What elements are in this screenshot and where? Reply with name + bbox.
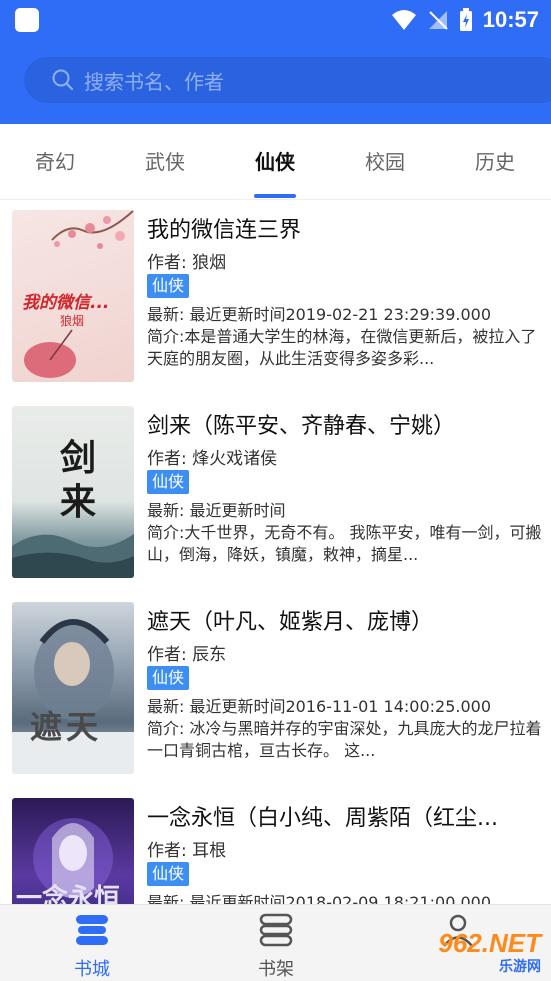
- tab-xiaoyuan[interactable]: 校园: [345, 146, 425, 175]
- cover-title: 我的微信...: [22, 293, 110, 313]
- wifi-icon: [391, 10, 416, 30]
- genre-badge: 仙侠: [147, 666, 190, 690]
- cover-title: 遮天: [30, 708, 103, 746]
- no-signal-icon: [428, 11, 448, 30]
- cover-title: 剑来: [60, 437, 97, 523]
- status-bar: 10:57: [0, 0, 551, 40]
- list-item[interactable]: 剑来 剑来（陈平安、齐静春、宁姚） 作者: 烽火戏诸侯 仙侠 最新: 最近更新时…: [0, 396, 551, 592]
- search-icon: [52, 69, 74, 91]
- nav-bookstore-label: 书城: [74, 959, 110, 980]
- search-placeholder: 搜索书名、作者: [84, 69, 224, 94]
- search-bar[interactable]: 搜索书名、作者: [24, 57, 551, 103]
- book-title: 一念永恒（白小纯、周紫陌（红尘...: [147, 806, 498, 831]
- battery-charging-icon: [459, 8, 472, 31]
- tab-lishi[interactable]: 历史: [455, 146, 535, 175]
- nav-bookstore[interactable]: 书城: [42, 913, 142, 981]
- tab-qihuan[interactable]: 奇幻: [15, 146, 95, 175]
- bookstore-icon: [76, 915, 108, 945]
- bookshelf-icon: [259, 913, 293, 947]
- status-time: 10:57: [482, 7, 539, 32]
- list-item[interactable]: 一念永恒 一念永恒（白小纯、周紫陌（红尘... 作者: 耳根 仙侠 最新: 最近…: [0, 788, 551, 904]
- latest-update: 最新: 最近更新时间2016-11-01 14:00:25.000: [147, 697, 492, 716]
- genre-badge: 仙侠: [147, 274, 190, 298]
- book-cover: 剑来: [12, 406, 134, 578]
- watermark-text: 962.NET: [438, 928, 541, 958]
- book-title: 剑来（陈平安、齐静春、宁姚）: [147, 414, 456, 439]
- list-item[interactable]: 遮天 遮天（叶凡、姬紫月、庞博） 作者: 辰东 仙侠 最新: 最近更新时间201…: [0, 592, 551, 788]
- latest-update: 最新: 最近更新时间2018-02-09 18:21:00.000: [147, 893, 492, 904]
- book-intro: 简介:本是普通大学生的林海，在微信更新后，被拉入了天庭的朋友圈，从此生活变得多姿…: [147, 327, 537, 368]
- genre-badge: 仙侠: [147, 862, 190, 886]
- notification-icon: [15, 8, 39, 32]
- latest-update: 最新: 最近更新时间: [147, 501, 286, 520]
- list-item[interactable]: 我的微信... 狼烟 我的微信连三界 作者: 狼烟 仙侠 最新: 最近更新时间2…: [0, 200, 551, 396]
- latest-update: 最新: 最近更新时间2019-02-21 23:29:39.000: [147, 305, 492, 324]
- cover-art: [12, 619, 134, 774]
- book-author: 作者: 耳根: [147, 841, 227, 861]
- active-tab-indicator: [254, 194, 296, 198]
- watermark-sub: 乐游网: [499, 959, 541, 975]
- book-cover: 一念永恒: [12, 798, 134, 904]
- book-author: 作者: 辰东: [147, 645, 227, 665]
- cover-author: 狼烟: [60, 314, 85, 328]
- cover-title: 一念永恒: [16, 884, 121, 904]
- nav-bookshelf[interactable]: 书架: [226, 913, 326, 981]
- book-list: 我的微信... 狼烟 我的微信连三界 作者: 狼烟 仙侠 最新: 最近更新时间2…: [0, 200, 551, 904]
- tab-wuxia[interactable]: 武侠: [125, 146, 205, 175]
- book-intro: 简介:大千世界，无奇不有。 我陈平安，唯有一剑，可搬山，倒海，降妖，镇魔，敕神，…: [147, 523, 542, 564]
- watermark-logo: 962.NET 乐游网: [405, 928, 545, 976]
- book-author: 作者: 狼烟: [147, 253, 227, 273]
- book-cover: 我的微信... 狼烟: [12, 210, 134, 382]
- book-intro: 简介: 冰冷与黑暗并存的宇宙深处，九具庞大的龙尸拉着一口青铜古棺，亘古长存。 这…: [147, 719, 542, 760]
- genre-badge: 仙侠: [147, 470, 190, 494]
- tab-xianxia[interactable]: 仙侠: [235, 146, 315, 175]
- category-tabs: 奇幻 武侠 仙侠 校园 历史: [0, 124, 551, 200]
- book-cover: 遮天: [12, 602, 134, 774]
- header: 搜索书名、作者: [0, 40, 551, 124]
- book-title: 我的微信连三界: [147, 218, 302, 243]
- nav-bookshelf-label: 书架: [258, 959, 294, 980]
- book-author: 作者: 烽火戏诸侯: [147, 449, 278, 469]
- book-title: 遮天（叶凡、姬紫月、庞博）: [147, 610, 434, 635]
